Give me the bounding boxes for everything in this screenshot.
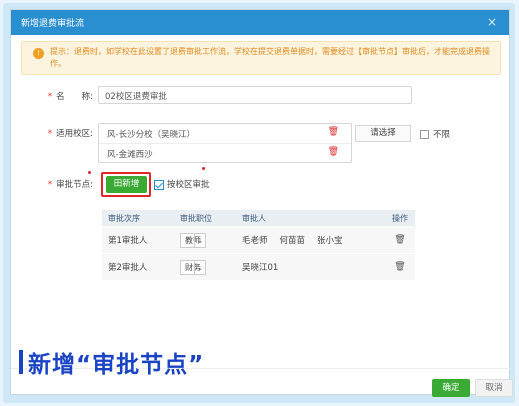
school-label: 适用校区: <box>56 129 93 139</box>
school-label-wrap: * 适用校区: <box>47 129 93 139</box>
table-header: 审批次序 审批职位 审批人 操作 <box>102 210 415 226</box>
approver-name: 何苗苗 <box>279 236 306 246</box>
school-name: 风-长沙分校（吴晓江） <box>107 130 196 140</box>
approval-flow-dialog: 新增退费审批流 × ! 提示：退费时，如学校在此设置了退费审批工作流，学校在提交… <box>10 9 513 397</box>
header-approver: 审批人 <box>242 213 266 223</box>
required-dot <box>202 167 205 170</box>
school-list: 风-长沙分校（吴晓江） 🗑 风-金滩西沙 🗑 <box>98 123 352 163</box>
close-icon[interactable]: × <box>487 15 497 29</box>
name-label-wrap: * 名 称: <box>47 92 93 102</box>
name-label: 名 称: <box>56 92 93 102</box>
dialog-titlebar: 新增退费审批流 × <box>11 10 509 35</box>
row-order: 第2审批人 <box>108 263 148 273</box>
caption-overlay: 新增“审批节点” <box>19 345 204 379</box>
row-order: 第1审批人 <box>108 236 148 246</box>
add-node-button[interactable]: 田新增 <box>106 176 147 193</box>
header-action: 操作 <box>392 213 408 223</box>
table-row: 第1审批人 教师 ⌄ 毛老师 何苗苗 张小宝 🗑 <box>102 226 415 253</box>
delete-school-icon[interactable]: 🗑 <box>328 147 339 157</box>
approver-name: 张小宝 <box>317 236 343 246</box>
approval-table: 审批次序 审批职位 审批人 操作 第1审批人 教师 ⌄ 毛老师 何苗苗 张小宝 … <box>102 210 415 280</box>
approver-list: 毛老师 何苗苗 张小宝 <box>242 234 385 246</box>
position-select[interactable]: 财务 ⌄ <box>180 259 206 275</box>
cancel-button[interactable]: 取消 <box>475 379 513 397</box>
by-school-option[interactable]: 按校区审批 <box>154 178 210 190</box>
unlimited-checkbox[interactable] <box>420 130 429 139</box>
unlimited-label: 不限 <box>433 130 451 140</box>
chevron-down-icon: ⌄ <box>194 233 205 248</box>
node-label: 审批节点: <box>56 180 93 190</box>
notice-banner: ! 提示：退费时，如学校在此设置了退费审批工作流，学校在提交退费单据时，需要经过… <box>21 41 501 75</box>
required-dot <box>88 171 91 174</box>
caption-bar <box>19 350 23 374</box>
name-input[interactable]: 02校区退费审批 <box>98 86 412 104</box>
notice-text: 提示：退费时，如学校在此设置了退费审批工作流，学校在提交退费单据时，需要经过【审… <box>50 47 490 68</box>
approver-list: 吴晓江01 <box>242 261 385 273</box>
caption-text: 新增“审批节点” <box>28 352 205 378</box>
header-order: 审批次序 <box>108 213 140 223</box>
approver-name: 吴晓江01 <box>242 263 279 273</box>
header-position: 审批职位 <box>180 213 212 223</box>
chevron-down-icon: ⌄ <box>194 260 205 275</box>
delete-row-icon[interactable]: 🗑 <box>385 235 415 245</box>
confirm-button[interactable]: 确定 <box>432 379 470 397</box>
delete-row-icon[interactable]: 🗑 <box>385 262 415 272</box>
dialog-title: 新增退费审批流 <box>21 19 85 29</box>
node-label-wrap: * 审批节点: <box>47 180 93 190</box>
unlimited-option[interactable]: 不限 <box>420 128 450 140</box>
school-name: 风-金滩西沙 <box>107 150 153 160</box>
approver-name: 毛老师 <box>242 236 268 246</box>
warning-icon: ! <box>33 48 44 59</box>
school-item: 风-长沙分校（吴晓江） 🗑 <box>99 124 351 143</box>
by-school-label: 按校区审批 <box>167 180 210 190</box>
table-row: 第2审批人 财务 ⌄ 吴晓江01 🗑 <box>102 253 415 280</box>
school-item: 风-金滩西沙 🗑 <box>99 143 351 162</box>
delete-school-icon[interactable]: 🗑 <box>328 127 339 137</box>
position-select[interactable]: 教师 ⌄ <box>180 232 206 248</box>
by-school-checkbox[interactable] <box>154 179 164 190</box>
select-school-button[interactable]: 请选择 <box>355 125 411 142</box>
